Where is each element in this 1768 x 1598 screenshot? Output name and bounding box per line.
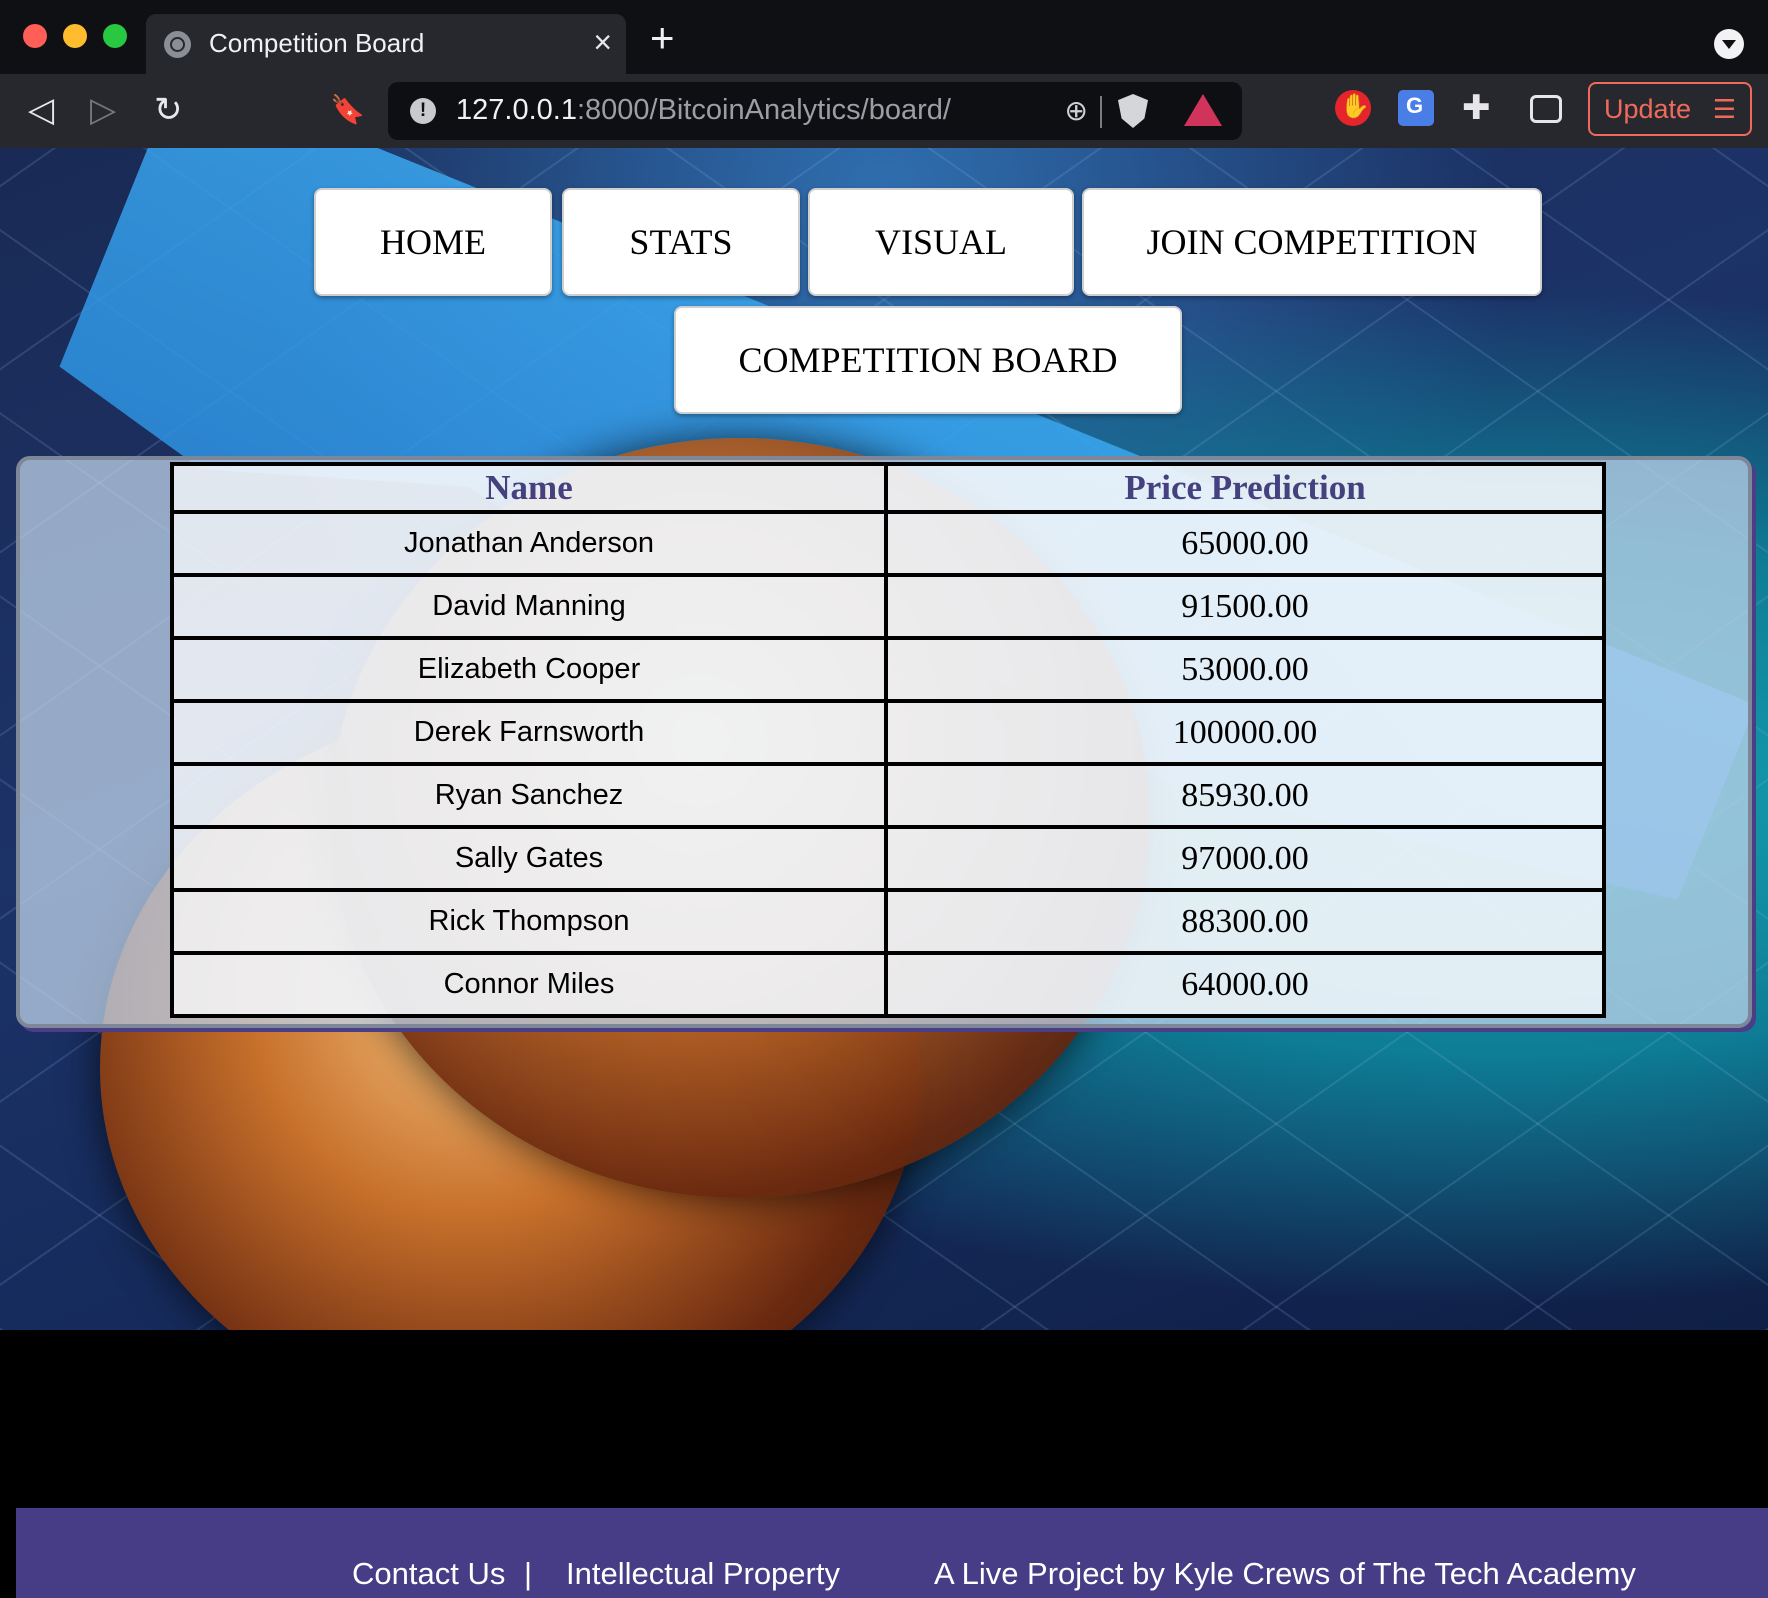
footer-credit: A Live Project by Kyle Crews of The Tech… <box>934 1556 1636 1591</box>
browser-tab[interactable]: Competition Board × <box>146 14 626 74</box>
entrant-name: Jonathan Anderson <box>170 510 888 577</box>
table-header-row: Name Price Prediction <box>170 462 1606 514</box>
table-row: Derek Farnsworth 100000.00 <box>170 699 1606 766</box>
price-prediction: 64000.00 <box>884 951 1606 1018</box>
not-secure-icon[interactable]: ! <box>410 98 436 124</box>
price-prediction: 91500.00 <box>884 573 1606 640</box>
table-row: Connor Miles 64000.00 <box>170 951 1606 1018</box>
footer-separator: | <box>524 1556 533 1591</box>
entrant-name: Rick Thompson <box>170 888 888 955</box>
price-prediction: 85930.00 <box>884 762 1606 829</box>
minimize-window-button[interactable] <box>63 24 87 48</box>
price-prediction: 65000.00 <box>884 510 1606 577</box>
tab-title: Competition Board <box>209 28 425 58</box>
table-row: Ryan Sanchez 85930.00 <box>170 762 1606 829</box>
column-header-name: Name <box>170 462 888 514</box>
translate-extension-icon[interactable] <box>1398 90 1434 126</box>
back-icon[interactable]: ◁ <box>28 90 54 130</box>
menu-icon: ☰ <box>1712 94 1736 124</box>
competition-table: Name Price Prediction Jonathan Anderson … <box>170 462 1606 1018</box>
nav-competition-board-button[interactable]: COMPETITION BOARD <box>674 306 1182 414</box>
price-prediction: 53000.00 <box>884 636 1606 703</box>
page-footer: Contact Us | Intellectual Property A Liv… <box>16 1508 1768 1598</box>
wallet-icon[interactable] <box>1530 95 1562 123</box>
table-row: Elizabeth Cooper 53000.00 <box>170 636 1606 703</box>
entrant-name: Connor Miles <box>170 951 888 1018</box>
update-label: Update <box>1604 94 1692 124</box>
url-text[interactable]: 127.0.0.1:8000/BitcoinAnalytics/board/ <box>456 94 951 127</box>
nav-stats-button[interactable]: STATS <box>562 188 800 296</box>
address-divider <box>1100 96 1102 128</box>
url-path: :8000/BitcoinAnalytics/board/ <box>576 94 951 126</box>
price-prediction: 88300.00 <box>884 888 1606 955</box>
entrant-name: David Manning <box>170 573 888 640</box>
competition-board-panel: Name Price Prediction Jonathan Anderson … <box>16 456 1752 1028</box>
table-row: Rick Thompson 88300.00 <box>170 888 1606 955</box>
price-prediction: 97000.00 <box>884 825 1606 892</box>
nav-visual-button[interactable]: VISUAL <box>808 188 1074 296</box>
browser-toolbar: ◁ ▷ ↻ 🔖 ! 127.0.0.1:8000/BitcoinAnalytic… <box>0 74 1768 148</box>
table-row: Jonathan Anderson 65000.00 <box>170 510 1606 577</box>
nav-home-button[interactable]: HOME <box>314 188 552 296</box>
entrant-name: Elizabeth Cooper <box>170 636 888 703</box>
extensions-puzzle-icon[interactable]: ✚ <box>1462 90 1498 126</box>
bookmark-icon[interactable]: 🔖 <box>330 90 365 130</box>
forward-icon[interactable]: ▷ <box>90 90 116 130</box>
update-button[interactable]: Update ☰ <box>1588 82 1752 136</box>
brave-rewards-icon[interactable] <box>1184 94 1222 126</box>
close-window-button[interactable] <box>23 24 47 48</box>
maximize-window-button[interactable] <box>103 24 127 48</box>
price-prediction: 100000.00 <box>884 699 1606 766</box>
page-viewport: HOME STATS VISUAL JOIN COMPETITION COMPE… <box>0 148 1768 1598</box>
reload-icon[interactable]: ↻ <box>154 90 183 130</box>
browser-titlebar: Competition Board × + <box>0 0 1768 74</box>
column-header-price-prediction: Price Prediction <box>884 462 1606 514</box>
entrant-name: Derek Farnsworth <box>170 699 888 766</box>
globe-icon <box>164 31 191 58</box>
hero-background: HOME STATS VISUAL JOIN COMPETITION COMPE… <box>0 148 1768 1330</box>
zoom-icon[interactable]: ⊕ <box>1065 94 1088 127</box>
entrant-name: Sally Gates <box>170 825 888 892</box>
close-tab-icon[interactable]: × <box>593 24 612 60</box>
brave-shield-icon[interactable] <box>1118 94 1148 128</box>
nav-join-competition-button[interactable]: JOIN COMPETITION <box>1082 188 1542 296</box>
new-tab-button[interactable]: + <box>650 17 675 59</box>
table-row: Sally Gates 97000.00 <box>170 825 1606 892</box>
tab-list-chevron-icon[interactable] <box>1714 29 1744 59</box>
address-bar[interactable]: ! 127.0.0.1:8000/BitcoinAnalytics/board/… <box>388 82 1242 140</box>
ad-block-extension-icon[interactable] <box>1335 90 1371 126</box>
intellectual-property-link[interactable]: Intellectual Property <box>566 1556 840 1592</box>
contact-us-link[interactable]: Contact Us <box>352 1556 505 1592</box>
entrant-name: Ryan Sanchez <box>170 762 888 829</box>
table-row: David Manning 91500.00 <box>170 573 1606 640</box>
url-host: 127.0.0.1 <box>456 94 577 126</box>
